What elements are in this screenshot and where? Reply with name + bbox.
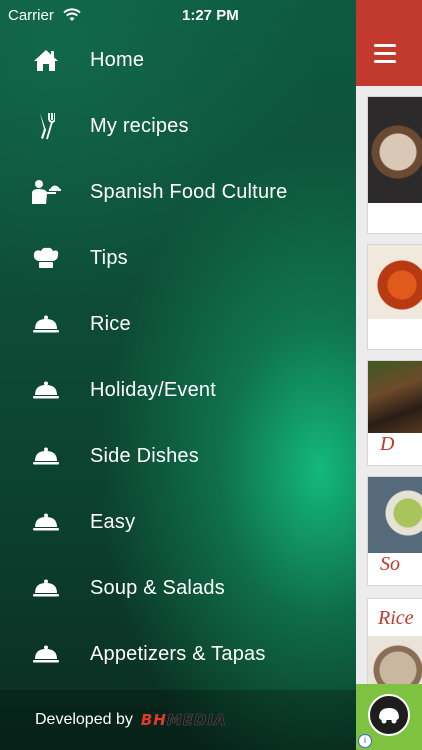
menu-item-label: Easy [90, 510, 136, 533]
side-menu: Home My recipes Spanish Food Culture Tip… [0, 27, 356, 687]
menu-item-easy[interactable]: Easy [0, 489, 356, 555]
waiter-icon [0, 159, 90, 225]
cloche-icon [0, 621, 90, 687]
recipe-image [368, 245, 422, 319]
cloche-icon [0, 357, 90, 423]
menu-item-home[interactable]: Home [0, 27, 356, 93]
wifi-icon [63, 8, 81, 21]
home-icon [0, 27, 90, 93]
ad-banner[interactable]: i [356, 684, 422, 750]
recipe-card[interactable]: So [367, 476, 422, 586]
recipe-image [368, 361, 422, 433]
menu-item-label: Home [90, 48, 145, 71]
fork-knife-icon [0, 93, 90, 159]
recipe-card[interactable] [367, 244, 422, 350]
developed-by-label: Developed by [35, 711, 133, 728]
cloche-icon [0, 489, 90, 555]
menu-item-appetizers-tapas[interactable]: Appetizers & Tapas [0, 621, 356, 687]
chef-hat-icon [0, 225, 90, 291]
recipe-category-label: So [380, 553, 400, 575]
main-content-peek[interactable]: D So Rice [356, 0, 422, 750]
menu-item-holiday-event[interactable]: Holiday/Event [0, 357, 356, 423]
menu-item-side-dishes[interactable]: Side Dishes [0, 423, 356, 489]
menu-item-tips[interactable]: Tips [0, 225, 356, 291]
hamburger-menu-icon[interactable] [374, 44, 396, 64]
recipe-image [368, 97, 422, 203]
recipe-card[interactable] [367, 96, 422, 234]
recipe-card[interactable]: D [367, 360, 422, 466]
developer-logo[interactable]: BHMEDIA [141, 711, 227, 730]
ad-app-icon [368, 694, 410, 736]
menu-item-label: Tips [90, 246, 128, 269]
developer-footer: Developed by BHMEDIA [0, 690, 356, 750]
ad-info-icon[interactable]: i [358, 734, 372, 748]
cloche-icon [0, 291, 90, 357]
clock: 1:27 PM [182, 7, 239, 24]
recipe-category-label: D [380, 433, 395, 455]
menu-item-label: Spanish Food Culture [90, 180, 288, 203]
recipe-card[interactable]: Rice [367, 598, 422, 698]
menu-item-label: Holiday/Event [90, 378, 216, 401]
recipe-category-label: Rice [378, 607, 414, 629]
menu-item-label: My recipes [90, 114, 189, 137]
menu-item-label: Soup & Salads [90, 576, 225, 599]
menu-item-label: Appetizers & Tapas [90, 642, 266, 665]
recipe-image [368, 477, 422, 553]
cloche-icon [0, 423, 90, 489]
app-header-bar [356, 0, 422, 86]
menu-item-my-recipes[interactable]: My recipes [0, 93, 356, 159]
carrier-label: Carrier [8, 7, 54, 24]
menu-item-spanish-food-culture[interactable]: Spanish Food Culture [0, 159, 356, 225]
cloche-icon [0, 555, 90, 621]
menu-item-soup-salads[interactable]: Soup & Salads [0, 555, 356, 621]
menu-item-label: Side Dishes [90, 444, 199, 467]
menu-item-label: Rice [90, 312, 131, 335]
menu-item-rice[interactable]: Rice [0, 291, 356, 357]
